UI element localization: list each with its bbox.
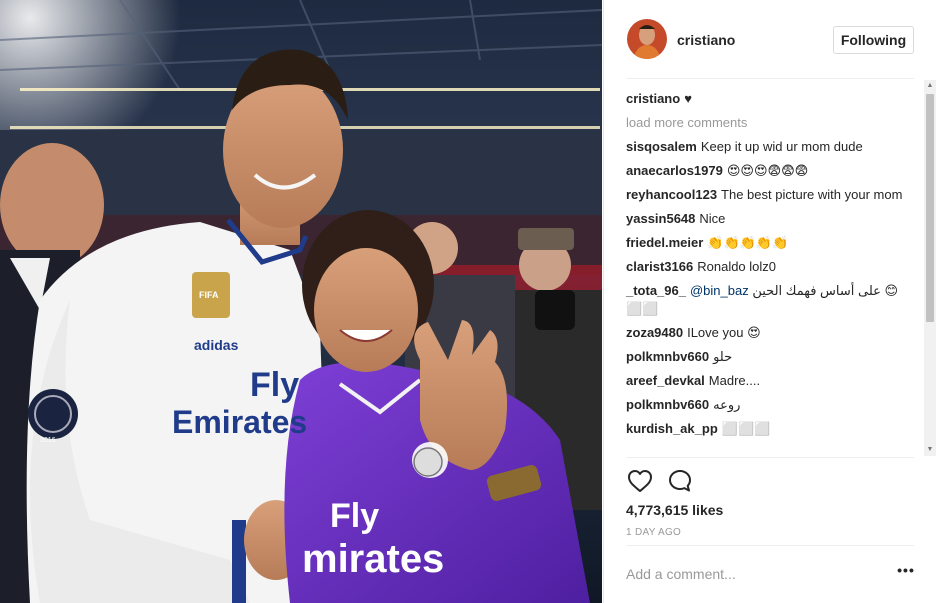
- post-image: Fly Emirates adidas FIFA 2016 Fly mirate…: [0, 0, 602, 603]
- comment-item: polkmnbv660 حلو: [626, 346, 922, 370]
- shirt-brand: adidas: [194, 337, 239, 353]
- arrow-down-icon[interactable]: ▼: [924, 444, 936, 456]
- comment-text: ILove you 😍: [687, 325, 761, 340]
- divider: [626, 78, 914, 79]
- post-author-username[interactable]: cristiano: [677, 32, 735, 48]
- comment-text: ⬜⬜⬜: [721, 421, 771, 436]
- comment-username[interactable]: _tota_96_: [626, 283, 686, 298]
- caption-text: ♥: [684, 91, 692, 106]
- comment-text: Madre....: [708, 373, 761, 388]
- caption-username[interactable]: cristiano: [626, 91, 680, 106]
- comment-mention-link[interactable]: @bin_baz: [690, 283, 749, 298]
- comment-item: yassin5648 Nice: [626, 208, 922, 232]
- comment-item: clarist3166 Ronaldo lolz0: [626, 256, 922, 280]
- avatar-image: [627, 19, 667, 59]
- comment-text: 😍😍😍😨😨😨: [726, 163, 809, 178]
- caption: cristiano ♥: [626, 88, 922, 112]
- comment-username[interactable]: friedel.meier: [626, 235, 703, 250]
- comment-item: anaecarlos1979 😍😍😍😨😨😨: [626, 160, 922, 184]
- post-timestamp[interactable]: 1 DAY AGO: [626, 527, 681, 538]
- comment-username[interactable]: yassin5648: [626, 211, 695, 226]
- shirt-sponsor-line1: Fly: [250, 366, 299, 404]
- post-side-panel: cristiano Following cristiano ♥ load more…: [603, 0, 937, 603]
- comments-list: cristiano ♥ load more comments sisqosalem…: [626, 88, 922, 458]
- heart-outline-icon: [628, 470, 652, 492]
- comment-username[interactable]: polkmnbv660: [626, 397, 709, 412]
- comment-item: reyhancool123 The best picture with your …: [626, 184, 922, 208]
- comment-username[interactable]: polkmnbv660: [626, 349, 709, 364]
- comments-scrollbar[interactable]: ▲ ▼: [924, 80, 936, 456]
- arrow-up-icon[interactable]: ▲: [924, 80, 936, 92]
- comment-text: روعه: [713, 397, 741, 412]
- comment-item: sisqosalem Keep it up wid ur mom dude: [626, 136, 922, 160]
- comment-item: friedel.meier 👏👏👏👏👏: [626, 232, 922, 256]
- comment-text: Nice: [699, 211, 726, 226]
- fifa-badge: FIFA: [199, 290, 219, 300]
- add-comment-input[interactable]: [626, 562, 876, 586]
- comment-item: polkmnbv660 روعه: [626, 394, 922, 418]
- comment-item: areef_devkal Madre....: [626, 370, 922, 394]
- comment-username[interactable]: areef_devkal: [626, 373, 705, 388]
- scrollbar-thumb[interactable]: [926, 94, 934, 322]
- post-photo[interactable]: Fly Emirates adidas FIFA 2016 Fly mirate…: [0, 0, 602, 603]
- following-button[interactable]: Following: [833, 26, 914, 54]
- shirt-sponsor-line2: Emirates: [172, 404, 307, 440]
- speech-bubble-icon: [669, 470, 691, 492]
- comment-text: Ronaldo lolz0: [697, 259, 777, 274]
- more-options-button[interactable]: •••: [896, 563, 916, 580]
- divider: [626, 457, 914, 458]
- mom-sponsor-line1: Fly: [330, 497, 379, 535]
- comment-username[interactable]: kurdish_ak_pp: [626, 421, 718, 436]
- avatar[interactable]: [627, 19, 667, 59]
- comment-username[interactable]: reyhancool123: [626, 187, 717, 202]
- load-more-comments-link[interactable]: load more comments: [626, 112, 922, 136]
- comment-username[interactable]: anaecarlos1979: [626, 163, 723, 178]
- post-header: cristiano Following: [604, 0, 937, 79]
- comment-text: حلو: [713, 349, 733, 364]
- comment-username[interactable]: zoza9480: [626, 325, 683, 340]
- like-button[interactable]: [626, 467, 654, 495]
- patch-year: 2016: [40, 437, 56, 444]
- comment-text: Keep it up wid ur mom dude: [700, 139, 863, 154]
- comment-item: _tota_96_ @bin_baz على أساس فهمك الحين 😊 …: [626, 280, 922, 322]
- comment-item: kurdish_ak_pp ⬜⬜⬜: [626, 418, 922, 442]
- comment-username[interactable]: sisqosalem: [626, 139, 697, 154]
- likes-count[interactable]: 4,773,615 likes: [626, 502, 723, 518]
- mom-sponsor-line2: mirates: [302, 537, 444, 581]
- comment-text: The best picture with your mom: [721, 187, 903, 202]
- comment-button[interactable]: [666, 467, 694, 495]
- comment-item: zoza9480 ILove you 😍: [626, 322, 922, 346]
- comment-username[interactable]: clarist3166: [626, 259, 693, 274]
- comment-text: 👏👏👏👏👏: [707, 235, 789, 250]
- divider: [626, 545, 914, 546]
